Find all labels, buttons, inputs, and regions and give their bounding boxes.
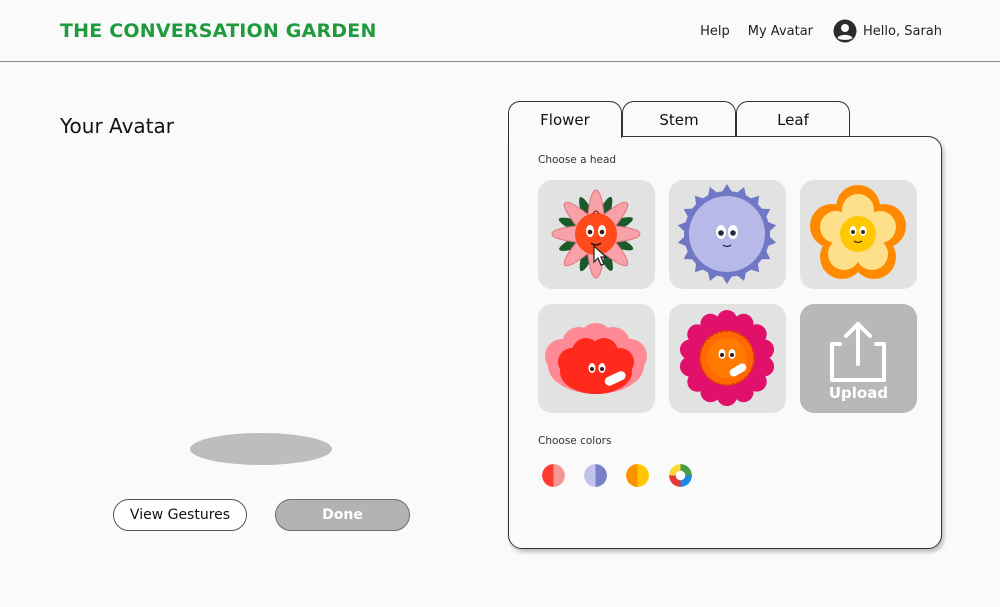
flower-panel: Choose a head Upload Choose colors — [508, 136, 942, 549]
orange-star-icon — [810, 185, 906, 279]
top-header: THE CONVERSATION GARDEN Help My Avatar H… — [0, 0, 1000, 62]
top-nav: Help My Avatar Hello, Sarah — [700, 19, 942, 43]
site-logo[interactable]: THE CONVERSATION GARDEN — [60, 20, 377, 42]
greeting-text: Hello, Sarah — [863, 23, 942, 39]
red-tulip-icon — [545, 323, 647, 394]
head-option-blue-spiky[interactable] — [669, 180, 786, 289]
red-swatch[interactable] — [542, 464, 565, 487]
user-menu[interactable]: Hello, Sarah — [833, 19, 942, 43]
my-avatar-link[interactable]: My Avatar — [748, 24, 813, 39]
blue-spiky-icon — [677, 184, 777, 284]
blue-swatch[interactable] — [584, 464, 607, 487]
pink-daisy-icon — [551, 189, 641, 279]
page-title: Your Avatar — [60, 114, 174, 138]
head-option-red-tulip[interactable] — [538, 304, 655, 413]
head-option-magenta-zinnia[interactable] — [669, 304, 786, 413]
user-icon — [833, 19, 857, 43]
help-link[interactable]: Help — [700, 24, 730, 39]
tab-stem[interactable]: Stem — [622, 101, 736, 137]
done-button[interactable]: Done — [275, 499, 410, 531]
tab-leaf[interactable]: Leaf — [736, 101, 850, 137]
magenta-zinnia-icon — [679, 310, 775, 406]
upload-head-button[interactable]: Upload — [800, 304, 917, 413]
choose-head-label: Choose a head — [538, 154, 617, 166]
head-option-orange-star[interactable] — [800, 180, 917, 289]
upload-label: Upload — [828, 384, 889, 402]
view-gestures-button[interactable]: View Gestures — [113, 499, 247, 531]
avatar-shadow — [190, 433, 332, 465]
tab-flower[interactable]: Flower — [508, 101, 622, 138]
orange-swatch[interactable] — [626, 464, 649, 487]
multicolor-swatch[interactable] — [669, 464, 692, 487]
head-option-pink-daisy[interactable] — [538, 180, 655, 289]
choose-colors-label: Choose colors — [538, 435, 612, 447]
